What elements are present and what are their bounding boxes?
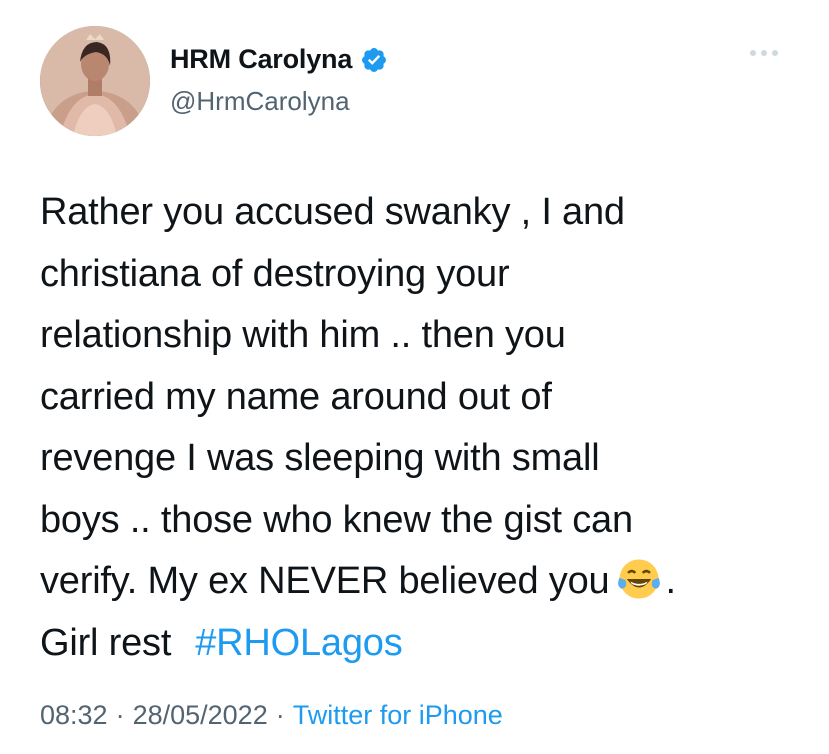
tweet-date[interactable]: 28/05/2022	[133, 700, 268, 731]
tweet-line: revenge I was sleeping with small	[40, 437, 600, 479]
tweet-line-end: .	[665, 560, 676, 602]
verified-badge-icon	[362, 47, 387, 72]
tweet-line-text: Girl rest	[40, 621, 172, 664]
tweet-source[interactable]: Twitter for iPhone	[293, 700, 503, 731]
meta-separator: ·	[275, 700, 285, 730]
tweet-line: boys .. those who knew the gist can	[40, 498, 633, 541]
more-dot	[761, 50, 767, 56]
tweet-line: verify. My ex NEVER believed you .	[40, 551, 800, 613]
tears-of-joy-emoji-icon	[618, 559, 661, 599]
tweet-line-text: verify. My ex NEVER believed you	[40, 560, 610, 602]
user-handle[interactable]: @HrmCarolyna	[170, 86, 350, 117]
tweet-line: christiana of destroying your	[40, 252, 510, 295]
tweet-line: relationship with him .. then you	[40, 314, 566, 356]
tweet-line: Girl rest #RHOLagos	[40, 613, 800, 675]
meta-separator: ·	[115, 700, 125, 730]
display-name[interactable]: HRM Carolyna	[170, 44, 352, 75]
more-dot	[772, 50, 778, 56]
hashtag-link[interactable]: #RHOLagos	[195, 622, 403, 664]
avatar[interactable]	[40, 26, 150, 136]
avatar-image	[40, 26, 150, 136]
more-dot	[750, 50, 756, 56]
tweet-meta: 08:32 · 28/05/2022 · Twitter for iPhone	[40, 700, 503, 731]
tweet-line: Rather you accused swanky , I and	[40, 191, 625, 233]
author-name-row[interactable]: HRM Carolyna	[170, 44, 388, 75]
tweet-line: carried my name around out of	[40, 375, 552, 418]
tweet-text: Rather you accused swanky , I and christ…	[40, 182, 800, 674]
more-options-icon[interactable]	[750, 50, 778, 56]
tweet-time[interactable]: 08:32	[40, 700, 108, 731]
